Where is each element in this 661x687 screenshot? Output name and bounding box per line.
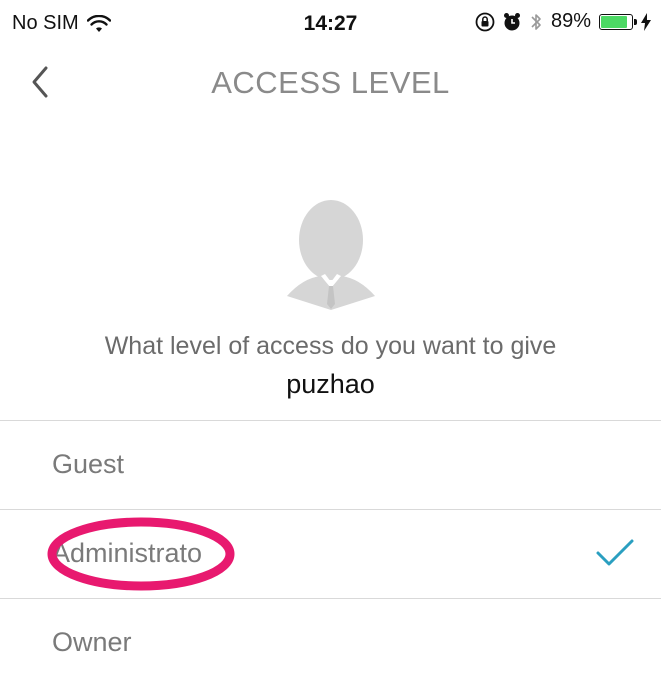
status-bar: No SIM 14:27 89%: [0, 0, 661, 50]
battery-nub: [634, 18, 637, 25]
bluetooth-icon: [531, 13, 541, 30]
option-label: Owner: [52, 627, 132, 657]
page-title: ACCESS LEVEL: [211, 65, 450, 100]
battery-percent: 89%: [550, 10, 591, 32]
nav-bar: ACCESS LEVEL: [0, 50, 661, 114]
battery-icon: [599, 13, 637, 30]
option-guest[interactable]: Guest: [0, 421, 661, 509]
alarm-icon: [503, 12, 520, 30]
charging-bolt-icon: [641, 12, 651, 31]
checkmark-icon: [596, 539, 634, 566]
avatar-icon: [287, 200, 375, 310]
option-owner[interactable]: Owner: [0, 599, 661, 687]
orientation-lock-icon: [475, 12, 495, 31]
option-label: Guest: [52, 449, 125, 479]
user-name: puzhao: [286, 369, 375, 399]
option-label: Administrato: [52, 538, 203, 568]
option-administrator[interactable]: Administrato: [0, 510, 661, 598]
status-right: 89%: [475, 10, 651, 33]
battery-fill: [601, 15, 627, 28]
access-prompt: What level of access do you want to give: [104, 332, 557, 360]
